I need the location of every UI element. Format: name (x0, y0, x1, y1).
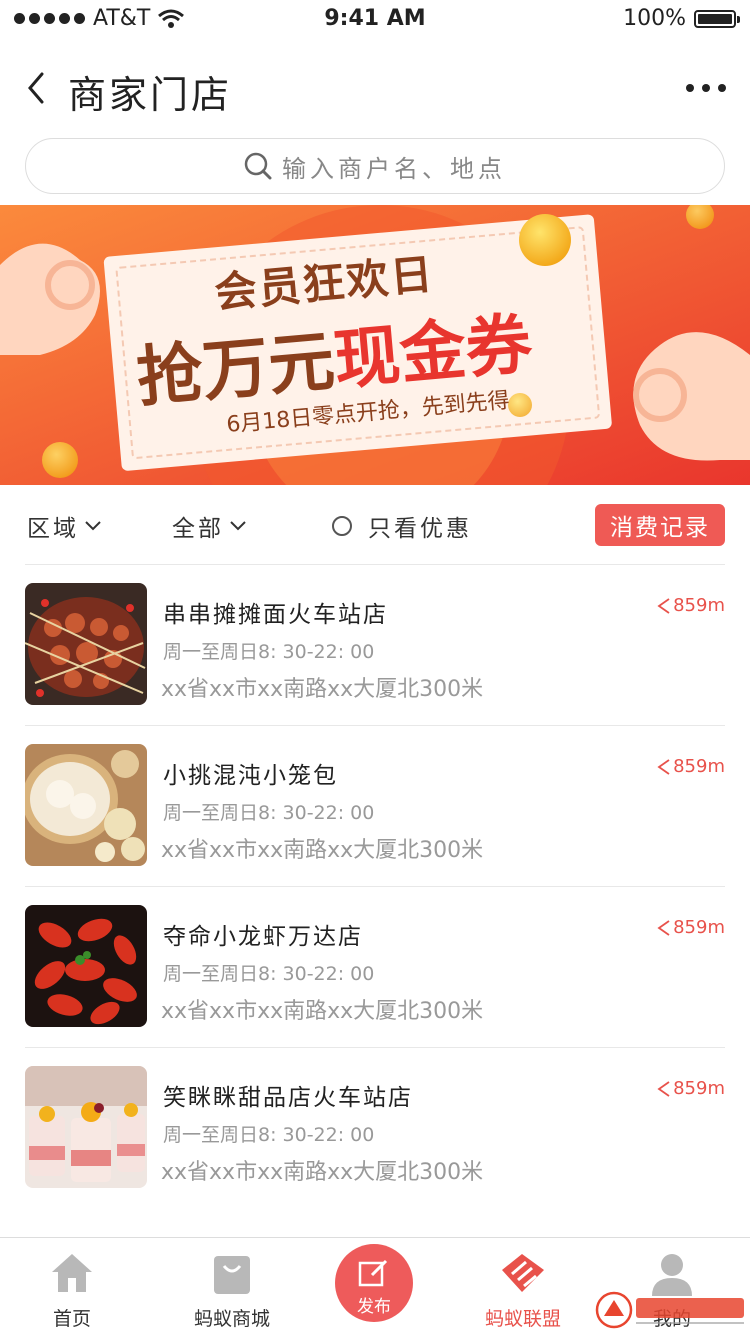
battery-icon (694, 9, 740, 28)
store-name: 串串摊摊面火车站店 (163, 602, 388, 628)
store-address: xx省xx市xx南路xx大厦北300米 (161, 1160, 484, 1185)
store-hours: 周一至周日8: 30-22: 00 (163, 802, 375, 824)
home-icon (52, 1254, 92, 1292)
promo-banner[interactable]: 会员狂欢日 抢万元现金券 6月18日零点开抢，先到先得 (0, 205, 750, 485)
banner-text-group: 会员狂欢日 抢万元现金券 6月18日零点开抢，先到先得 (0, 205, 750, 485)
search-icon (244, 152, 272, 180)
store-list: 串串摊摊面火车站店 周一至周日8: 30-22: 00 xx省xx市xx南路xx… (0, 565, 750, 1209)
category-filter-label: 全部 (172, 516, 224, 542)
store-distance-value: 859m (673, 1078, 725, 1099)
store-name: 笑眯眯甜品店火车站店 (163, 1085, 413, 1111)
more-icon[interactable] (686, 76, 726, 100)
store-address: xx省xx市xx南路xx大厦北300米 (161, 677, 484, 702)
store-distance: 859m (657, 756, 725, 777)
store-distance: 859m (657, 917, 725, 938)
nav-header: 商家门店 (0, 50, 750, 130)
edit-icon (358, 1259, 388, 1287)
less-than-icon (657, 597, 670, 614)
store-item[interactable]: 夺命小龙虾万达店 周一至周日8: 30-22: 00 xx省xx市xx南路xx大… (0, 887, 750, 1048)
page-title: 商家门店 (68, 73, 233, 117)
less-than-icon (657, 919, 670, 936)
shopping-bag-icon (214, 1256, 250, 1294)
store-item[interactable]: 串串摊摊面火车站店 周一至周日8: 30-22: 00 xx省xx市xx南路xx… (0, 565, 750, 726)
less-than-icon (657, 1080, 670, 1097)
store-hours: 周一至周日8: 30-22: 00 (163, 963, 375, 985)
store-name: 夺命小龙虾万达店 (163, 924, 363, 950)
publish-button[interactable]: 发布 (335, 1244, 413, 1322)
chevron-down-icon (230, 521, 246, 531)
store-distance-value: 859m (673, 756, 725, 777)
store-thumbnail (25, 744, 147, 866)
store-item[interactable]: 小挑混沌小笼包 周一至周日8: 30-22: 00 xx省xx市xx南路xx大厦… (0, 726, 750, 887)
store-address: xx省xx市xx南路xx大厦北300米 (161, 838, 484, 863)
skewers-food-photo (25, 583, 147, 705)
tab-mall-label: 蚂蚁商城 (193, 1308, 270, 1330)
back-arrow-icon[interactable] (22, 68, 58, 108)
dessert-food-photo (25, 1066, 147, 1188)
radio-icon (332, 516, 352, 536)
tab-home[interactable]: 首页 (2, 1238, 142, 1335)
tab-alliance[interactable]: 蚂蚁联盟 (453, 1238, 593, 1335)
store-thumbnail (25, 905, 147, 1027)
dumplings-food-photo (25, 744, 147, 866)
store-name: 小挑混沌小笼包 (163, 763, 338, 789)
region-filter[interactable]: 区域 (27, 509, 101, 543)
search-input[interactable]: 输入商户名、地点 (25, 138, 725, 194)
filter-bar: 区域 全部 只看优惠 消费记录 (0, 495, 750, 555)
store-address: xx省xx市xx南路xx大厦北300米 (161, 999, 484, 1024)
crayfish-food-photo (25, 905, 147, 1027)
store-thumbnail (25, 583, 147, 705)
less-than-icon (657, 758, 670, 775)
discount-only-label: 只看优惠 (368, 516, 472, 542)
watermark-logo (595, 1291, 744, 1329)
tab-alliance-label: 蚂蚁联盟 (484, 1308, 561, 1330)
consumption-record-button[interactable]: 消费记录 (595, 504, 725, 546)
discount-only-toggle[interactable]: 只看优惠 (332, 509, 472, 543)
store-hours: 周一至周日8: 30-22: 00 (163, 1124, 375, 1146)
category-filter[interactable]: 全部 (172, 509, 246, 543)
search-placeholder: 输入商户名、地点 (282, 154, 506, 183)
store-distance-value: 859m (673, 917, 725, 938)
store-thumbnail (25, 1066, 147, 1188)
tab-mall[interactable]: 蚂蚁商城 (162, 1238, 302, 1335)
store-item[interactable]: 笑眯眯甜品店火车站店 周一至周日8: 30-22: 00 xx省xx市xx南路x… (0, 1048, 750, 1209)
tab-home-label: 首页 (52, 1308, 91, 1330)
store-distance: 859m (657, 1078, 725, 1099)
handshake-icon (502, 1254, 544, 1292)
status-bar: AT&T 9:41 AM 100% (0, 0, 750, 40)
region-filter-label: 区域 (27, 516, 79, 542)
store-hours: 周一至周日8: 30-22: 00 (163, 641, 375, 663)
store-distance: 859m (657, 595, 725, 616)
chevron-down-icon (85, 521, 101, 531)
publish-label: 发布 (357, 1297, 391, 1317)
store-distance-value: 859m (673, 595, 725, 616)
battery-percent: 100% (623, 6, 686, 31)
